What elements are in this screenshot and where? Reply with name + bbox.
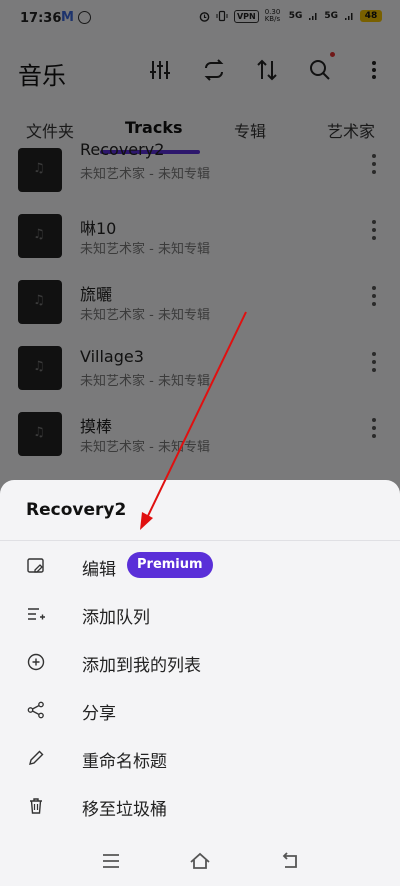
trash-icon xyxy=(30,798,42,814)
pencil-icon xyxy=(29,750,44,765)
premium-badge: Premium xyxy=(127,552,213,578)
sheet-title: Recovery2 xyxy=(26,500,127,520)
menu-item-share[interactable]: 分享 xyxy=(0,688,400,732)
menu-item-label: 重命名标题 xyxy=(82,752,167,772)
edit-card-icon xyxy=(27,558,44,573)
track-options-sheet: Recovery2 编辑 Premium 添加队列 添加到我的列表 分享 重命名… xyxy=(0,480,400,886)
back-icon[interactable] xyxy=(279,850,301,872)
menu-item-label: 编辑 xyxy=(82,560,116,580)
system-nav-bar xyxy=(0,836,400,886)
divider xyxy=(0,540,400,541)
menu-item-add-queue[interactable]: 添加队列 xyxy=(0,592,400,636)
queue-add-icon xyxy=(28,608,45,620)
plus-circle-icon xyxy=(27,653,45,671)
menu-item-rename[interactable]: 重命名标题 xyxy=(0,736,400,780)
menu-item-label: 移至垃圾桶 xyxy=(82,800,167,820)
menu-item-label: 添加到我的列表 xyxy=(82,656,201,676)
menu-item-label: 添加队列 xyxy=(82,608,150,628)
share-icon xyxy=(27,701,44,719)
menu-item-trash[interactable]: 移至垃圾桶 xyxy=(0,784,400,828)
home-icon[interactable] xyxy=(189,850,211,872)
menu-lines-icon[interactable] xyxy=(100,850,122,872)
menu-item-edit[interactable]: 编辑 Premium xyxy=(0,544,400,588)
menu-item-add-to-list[interactable]: 添加到我的列表 xyxy=(0,640,400,684)
menu-item-label: 分享 xyxy=(82,704,116,724)
